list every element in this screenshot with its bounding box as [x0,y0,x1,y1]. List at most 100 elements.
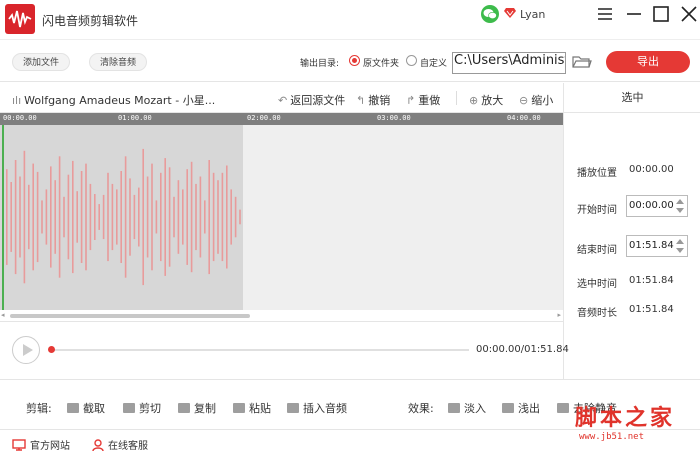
user-name[interactable]: Lyan [520,8,545,21]
waveform-bar [230,189,232,245]
app-logo-icon [5,4,35,34]
add-file-button[interactable]: 添加文件 [12,53,71,71]
waveform-bar [23,150,26,284]
return-icon: ↶ [278,94,288,107]
track-name[interactable]: ılı Wolfgang Amadeus Mozart - 小星... [12,92,215,108]
ruler-tick-label: 00:00.00 [3,114,37,122]
menu-icon[interactable] [597,6,613,22]
spinner-arrows-icon[interactable] [674,237,686,255]
waveform-bar [19,176,21,258]
waveform-bar [116,189,118,245]
waveform-bar [102,194,105,240]
waveform-bar [186,169,188,265]
waveform-bar [239,209,241,225]
zoom-in-button[interactable]: ⊕ 放大 [469,92,503,108]
export-button[interactable]: 导出 [606,51,690,73]
waveform-bar [85,163,87,271]
back-to-source-button[interactable]: ↶ 返回源文件 [278,92,345,108]
waveform-bar [120,171,122,263]
insert-audio-button[interactable]: 插入音频 [287,400,347,416]
paste-button[interactable]: 粘贴 [233,400,271,416]
waveform-bar [107,172,109,262]
scrollbar-thumb[interactable] [10,314,250,318]
waveform-bar [72,160,74,274]
waveform-bar [190,161,193,273]
customer-service-icon [92,439,104,451]
clip-button[interactable]: 剪切 [123,400,161,416]
timeline-ruler[interactable]: 00:00.00 01:00.00 02:00.00 03:00.00 04:0… [0,113,563,125]
spinner-arrows-icon[interactable] [674,197,686,215]
divider [456,91,457,105]
official-website-link[interactable]: 官方网站 [12,437,70,452]
source-folder-radio[interactable] [349,55,360,66]
waveform-bar [160,172,162,262]
waveform-bar [138,187,140,247]
waveform-bar [204,200,206,234]
waveform-bar [226,165,228,269]
panel-header: 选中 [564,83,700,113]
horizontal-scrollbar[interactable]: ◂ ▸ [0,310,563,322]
playhead-cursor[interactable] [2,125,4,310]
waveform-bar [50,166,52,268]
undo-button[interactable]: ↰ 撤销 [356,92,390,108]
waveform-bar [199,176,202,258]
progress-track[interactable] [51,349,469,351]
waveform-bar [195,183,197,251]
scroll-right-arrow-icon[interactable]: ▸ [557,311,561,319]
start-time-input[interactable]: 00:00.00 [626,195,688,217]
waveform-bar [221,172,224,262]
waveform-bar [124,156,127,278]
end-time-input[interactable]: 01:51.84 [626,235,688,257]
waveform-bar [45,189,48,245]
output-path-input[interactable]: C:\Users\Administrator [452,52,566,74]
cut-button[interactable]: 截取 [67,400,105,416]
close-icon[interactable] [681,6,697,22]
online-service-link[interactable]: 在线客服 [92,437,148,452]
progress-knob[interactable] [48,346,55,353]
waveform-bar [98,204,100,230]
waveform-bar [94,194,96,240]
waveform-bar [58,156,61,278]
play-position-label: 播放位置 [577,168,617,179]
folder-icon[interactable] [572,54,592,70]
play-button[interactable] [12,336,40,364]
selection-panel: 选中 播放位置 00:00.00 开始时间 00:00.00 结束时间 01:5… [563,83,700,379]
copy-button[interactable]: 复制 [178,400,216,416]
undo-icon: ↰ [356,94,366,107]
waveform-bar [133,194,136,240]
scroll-left-arrow-icon[interactable]: ◂ [1,311,5,319]
wechat-icon[interactable] [481,5,499,23]
play-position-value: 00:00.00 [629,164,674,175]
redo-button[interactable]: ↱ 重做 [406,92,440,108]
zoom-out-icon: ⊖ [519,94,529,107]
fade-out-button[interactable]: 浅出 [502,400,540,416]
minimize-icon[interactable] [626,6,642,22]
zoom-in-icon: ⊕ [469,94,479,107]
edit-label: 剪辑: [26,402,52,415]
custom-folder-radio[interactable] [406,55,417,66]
waveform-bar [10,182,12,252]
selected-time-label: 选中时间 [577,279,617,290]
end-time-label: 结束时间 [577,245,617,256]
insert-icon [287,403,299,413]
waveform-bar [234,196,237,238]
start-time-label: 开始时间 [577,205,617,216]
waveform-bar [208,160,210,275]
toolbar: 添加文件 清除音频 输出目录: 原文件夹 自定义 C:\Users\Admini… [0,40,700,82]
playback-time: 00:00.00/01:51.84 [476,344,569,355]
waveform [6,148,241,286]
fade-in-button[interactable]: 淡入 [448,400,486,416]
clear-audio-button[interactable]: 清除音频 [89,53,148,71]
waveform-bar [142,148,144,286]
maximize-icon[interactable] [653,6,669,22]
output-dir-label: 输出目录: [300,59,340,69]
waveform-bar [6,169,8,265]
watermark-logo: 脚本之家 [575,405,676,431]
zoom-out-button[interactable]: ⊖ 缩小 [519,92,553,108]
waveform-bar [151,163,153,271]
waveform-icon: ılı [12,94,22,107]
waveform-bar [63,196,65,238]
waveform-bar [32,163,34,271]
waveform-area[interactable]: 00:00.00 01:00.00 02:00.00 03:00.00 04:0… [0,113,563,310]
waveform-bar [111,183,114,251]
